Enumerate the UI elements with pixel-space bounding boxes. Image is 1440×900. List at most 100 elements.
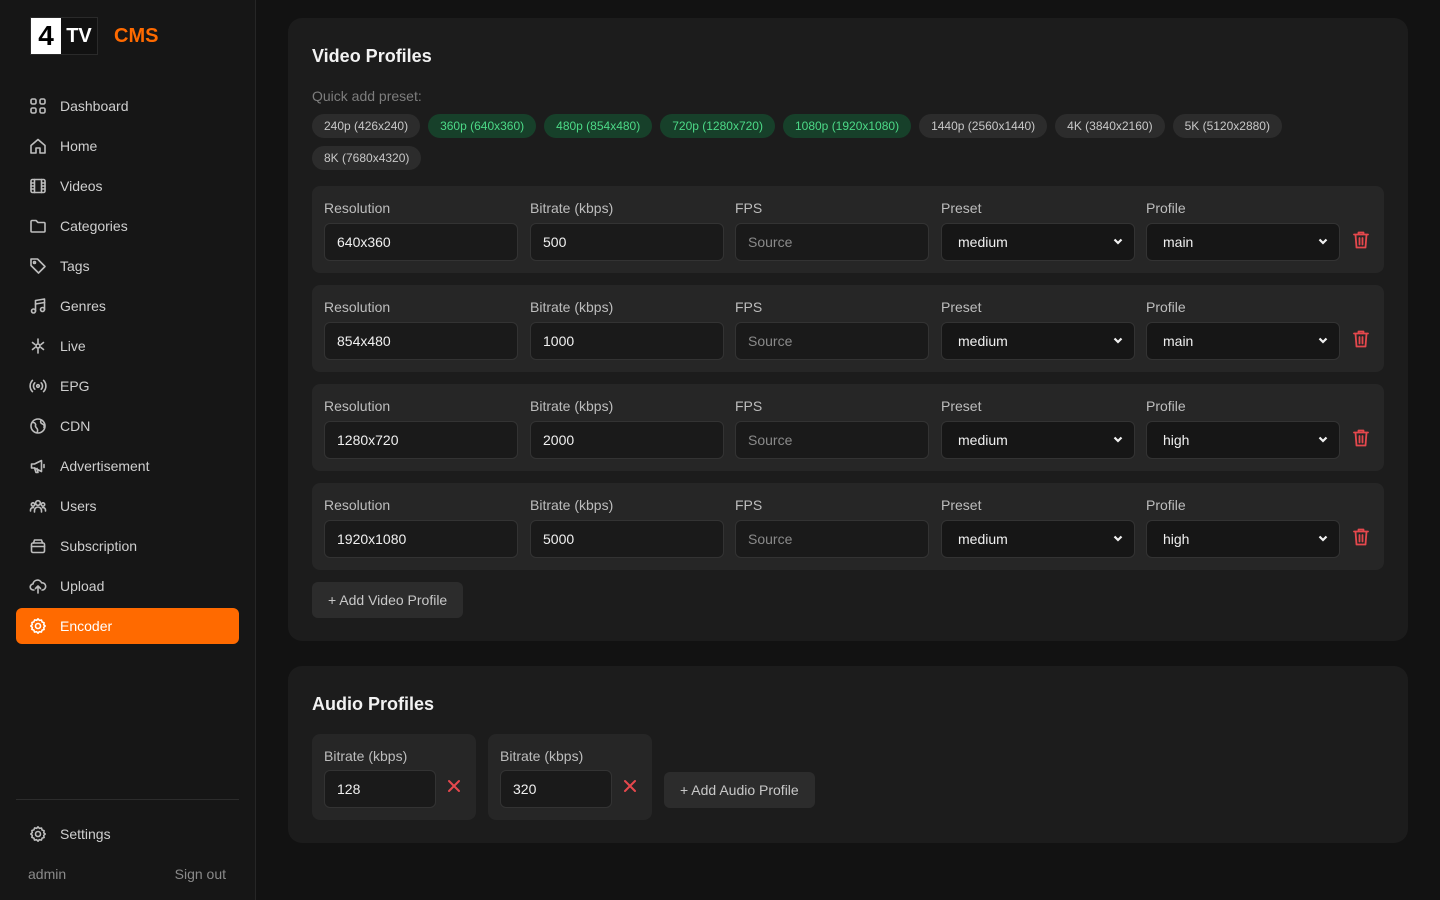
preset-label: Preset: [941, 200, 982, 216]
fps-input[interactable]: Source: [735, 421, 929, 459]
preset-chip[interactable]: 360p (640x360): [428, 114, 537, 138]
sidebar-item-label: Advertisement: [60, 458, 150, 474]
bitrate-field: Bitrate (kbps) 500: [530, 200, 724, 261]
fps-input[interactable]: Source: [735, 322, 929, 360]
chevron-down-icon: [1112, 531, 1124, 547]
sidebar-item-dashboard[interactable]: Dashboard: [16, 88, 239, 124]
audio-bitrate-input[interactable]: 320: [500, 770, 612, 808]
sidebar-item-cdn[interactable]: CDN: [16, 408, 239, 444]
fps-field: FPS Source: [735, 398, 929, 459]
delete-video-profile-button[interactable]: [1352, 527, 1370, 547]
chevron-down-icon: [1112, 432, 1124, 448]
sidebar-nav: Dashboard Home Videos Categories Tags Ge…: [16, 88, 239, 648]
resolution-input[interactable]: 1280x720: [324, 421, 518, 459]
preset-field: Preset medium: [941, 299, 1135, 360]
preset-select[interactable]: medium: [941, 223, 1135, 261]
live-icon: [28, 336, 48, 356]
profile-select[interactable]: main: [1146, 322, 1340, 360]
sidebar-settings: Settings: [16, 816, 239, 856]
preset-value: medium: [958, 234, 1008, 250]
preset-chip[interactable]: 1440p (2560x1440): [919, 114, 1048, 138]
fps-field: FPS Source: [735, 299, 929, 360]
bitrate-field: Bitrate (kbps) 1000: [530, 299, 724, 360]
preset-chip[interactable]: 480p (854x480): [544, 114, 653, 138]
fps-label: FPS: [735, 497, 763, 513]
logo-cms: CMS: [114, 24, 159, 47]
sign-out-link[interactable]: Sign out: [175, 866, 226, 882]
sidebar: 4 TV CMS Dashboard Home Videos Categorie…: [0, 0, 256, 900]
sidebar-item-upload[interactable]: Upload: [16, 568, 239, 604]
resolution-input[interactable]: 854x480: [324, 322, 518, 360]
preset-chip[interactable]: 720p (1280x720): [660, 114, 775, 138]
resolution-field: Resolution 640x360: [324, 200, 518, 261]
preset-chip[interactable]: 5K (5120x2880): [1172, 114, 1282, 138]
preset-select[interactable]: medium: [941, 421, 1135, 459]
preset-field: Preset medium: [941, 497, 1135, 558]
audio-profile-row: Bitrate (kbps) 128: [312, 734, 476, 820]
resolution-field: Resolution 854x480: [324, 299, 518, 360]
chevron-down-icon: [1317, 333, 1329, 349]
sidebar-item-label: Live: [60, 338, 86, 354]
sidebar-item-genres[interactable]: Genres: [16, 288, 239, 324]
sidebar-item-home[interactable]: Home: [16, 128, 239, 164]
audio-bitrate-label: Bitrate (kbps): [500, 748, 584, 764]
sidebar-item-label: Categories: [60, 218, 128, 234]
sidebar-item-users[interactable]: Users: [16, 488, 239, 524]
bitrate-input[interactable]: 2000: [530, 421, 724, 459]
resolution-input[interactable]: 640x360: [324, 223, 518, 261]
folder-icon: [28, 216, 48, 236]
sidebar-item-videos[interactable]: Videos: [16, 168, 239, 204]
audio-bitrate-input[interactable]: 128: [324, 770, 436, 808]
remove-audio-profile-button[interactable]: [446, 778, 462, 794]
sidebar-item-live[interactable]: Live: [16, 328, 239, 364]
bitrate-input[interactable]: 1000: [530, 322, 724, 360]
add-video-profile-button[interactable]: + Add Video Profile: [312, 582, 464, 618]
resolution-label: Resolution: [324, 497, 391, 513]
bitrate-input[interactable]: 500: [530, 223, 724, 261]
audio-profiles-title: Audio Profiles: [312, 694, 435, 714]
delete-video-profile-button[interactable]: [1352, 428, 1370, 448]
video-profile-row: Resolution 1920x1080 Bitrate (kbps) 5000 FPS…: [312, 483, 1384, 570]
sidebar-item-epg[interactable]: EPG: [16, 368, 239, 404]
sidebar-item-encoder[interactable]: Encoder: [16, 608, 239, 644]
chevron-down-icon: [1317, 234, 1329, 250]
fps-input[interactable]: Source: [735, 520, 929, 558]
profile-field: Profile main: [1146, 200, 1340, 261]
video-profile-row: Resolution 640x360 Bitrate (kbps) 500 FPS Sou…: [312, 186, 1384, 273]
preset-chip[interactable]: 8K (7680x4320): [312, 146, 422, 170]
add-audio-profile-button[interactable]: + Add Audio Profile: [664, 772, 815, 808]
chevron-down-icon: [1317, 531, 1329, 547]
chevron-down-icon: [1317, 432, 1329, 448]
current-user: admin: [28, 866, 67, 882]
preset-chip[interactable]: 1080p (1920x1080): [782, 114, 912, 138]
preset-select[interactable]: medium: [941, 520, 1135, 558]
megaphone-icon: [28, 456, 48, 476]
profile-select[interactable]: high: [1146, 520, 1340, 558]
remove-audio-profile-button[interactable]: [622, 778, 638, 794]
profile-select[interactable]: high: [1146, 421, 1340, 459]
sidebar-item-label: EPG: [60, 378, 90, 394]
sidebar-item-advertisement[interactable]: Advertisement: [16, 448, 239, 484]
preset-chip[interactable]: 4K (3840x2160): [1055, 114, 1165, 138]
preset-value: medium: [958, 531, 1008, 547]
sidebar-item-tags[interactable]: Tags: [16, 248, 239, 284]
preset-chip[interactable]: 240p (426x240): [312, 114, 421, 138]
sidebar-item-categories[interactable]: Categories: [16, 208, 239, 244]
bitrate-label: Bitrate (kbps): [530, 200, 614, 216]
resolution-field: Resolution 1280x720: [324, 398, 518, 459]
preset-select[interactable]: medium: [941, 322, 1135, 360]
delete-video-profile-button[interactable]: [1352, 329, 1370, 349]
profile-label: Profile: [1146, 299, 1186, 315]
sidebar-item-settings[interactable]: Settings: [16, 816, 239, 852]
sidebar-item-label: Tags: [60, 258, 90, 274]
sidebar-item-label: Genres: [60, 298, 106, 314]
sidebar-item-subscription[interactable]: Subscription: [16, 528, 239, 564]
logo[interactable]: 4 TV CMS: [30, 17, 158, 55]
profile-select[interactable]: main: [1146, 223, 1340, 261]
preset-field: Preset medium: [941, 398, 1135, 459]
profile-label: Profile: [1146, 497, 1186, 513]
delete-video-profile-button[interactable]: [1352, 230, 1370, 250]
resolution-input[interactable]: 1920x1080: [324, 520, 518, 558]
bitrate-input[interactable]: 5000: [530, 520, 724, 558]
fps-input[interactable]: Source: [735, 223, 929, 261]
